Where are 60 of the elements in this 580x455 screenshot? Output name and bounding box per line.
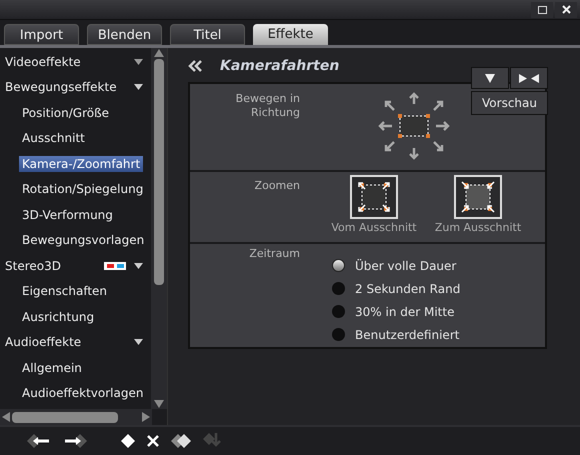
direction-arrows-icon[interactable] <box>376 92 452 160</box>
sidebar-subitem[interactable]: Allgemein <box>19 360 85 376</box>
zoom-in-icon[interactable] <box>454 175 502 219</box>
close-button[interactable] <box>555 2 577 18</box>
zoom-option-label: Vom Ausschnitt <box>331 220 417 236</box>
sidebar-subitem[interactable]: Bewegungsvorlagen <box>19 232 148 248</box>
tab[interactable]: Titel <box>170 24 245 45</box>
section-label: Zeitraum <box>248 246 300 262</box>
sidebar-subitem[interactable]: 3D-Verformung <box>19 206 116 223</box>
collapse-icon[interactable] <box>188 60 202 72</box>
add-keyframe-icon[interactable] <box>121 434 135 448</box>
copy-keyframe-icon[interactable] <box>171 434 191 448</box>
sidebar-category[interactable]: Videoeffekte <box>2 54 84 70</box>
radio-button[interactable] <box>332 305 345 318</box>
radio-label[interactable]: Benutzerdefiniert <box>355 326 460 344</box>
radio-button[interactable] <box>332 328 345 341</box>
maximize-button[interactable] <box>531 2 553 18</box>
tab[interactable]: Blenden <box>87 24 162 45</box>
zoom-out-icon[interactable] <box>350 175 398 219</box>
scroll-down-icon[interactable] <box>154 400 164 408</box>
vertical-scrollbar[interactable] <box>151 48 167 409</box>
tab[interactable]: Import <box>4 24 79 45</box>
sidebar-category[interactable]: Stereo3D <box>2 258 64 274</box>
radio-label[interactable]: 30% in der Mitte <box>355 302 454 320</box>
scroll-up-icon[interactable] <box>154 49 164 57</box>
sidebar-category[interactable]: Bewegungseffekte <box>2 79 120 96</box>
caret-icon[interactable] <box>134 84 144 90</box>
tab[interactable]: Effekte <box>253 24 328 45</box>
3d-glasses-icon <box>104 262 126 270</box>
sidebar-subitem[interactable]: Ausrichtung <box>19 308 98 325</box>
radio-label[interactable]: 2 Sekunden Rand <box>355 280 460 298</box>
close-icon <box>562 5 570 14</box>
sidebar-subitem[interactable]: Ausschnitt <box>19 130 88 146</box>
caret-icon[interactable] <box>134 262 144 269</box>
delete-icon[interactable] <box>147 435 159 447</box>
caret-icon[interactable] <box>134 58 144 65</box>
horizontal-scrollbar[interactable] <box>0 409 152 425</box>
caret-icon[interactable] <box>134 339 144 346</box>
sidebar-subitem[interactable]: Rotation/Spiegelung <box>19 181 146 198</box>
section-label: Zoomen <box>254 178 300 194</box>
fit-button[interactable] <box>510 67 548 89</box>
triangle-down-icon <box>485 74 495 82</box>
scroll-left-icon[interactable] <box>2 412 10 422</box>
inward-triangles-icon <box>519 74 539 82</box>
scroll-right-icon[interactable] <box>142 412 150 422</box>
preview-button[interactable]: Vorschau <box>471 91 548 115</box>
sidebar-subitem[interactable]: Audioeffektvorlagen <box>19 385 146 402</box>
radio-label[interactable]: Über volle Dauer <box>355 256 456 274</box>
previous-keyframe-icon[interactable] <box>27 434 51 448</box>
sidebar-subitem[interactable]: Eigenschaften <box>19 283 110 300</box>
sidebar-category[interactable]: Audioeffekte <box>2 334 84 350</box>
sidebar-subitem[interactable]: Kamera-/Zoomfahrt <box>19 156 144 172</box>
sidebar-subitem[interactable]: Position/Größe <box>19 104 112 121</box>
next-keyframe-icon[interactable] <box>63 434 87 448</box>
zoom-option-label: Zum Ausschnitt <box>434 220 522 236</box>
radio-button[interactable] <box>332 259 345 272</box>
dropdown-button[interactable] <box>471 67 509 89</box>
section-label: Bewegen in Richtung <box>234 91 300 121</box>
panel-title: Kamerafahrten <box>220 56 340 76</box>
radio-button[interactable] <box>332 282 345 295</box>
